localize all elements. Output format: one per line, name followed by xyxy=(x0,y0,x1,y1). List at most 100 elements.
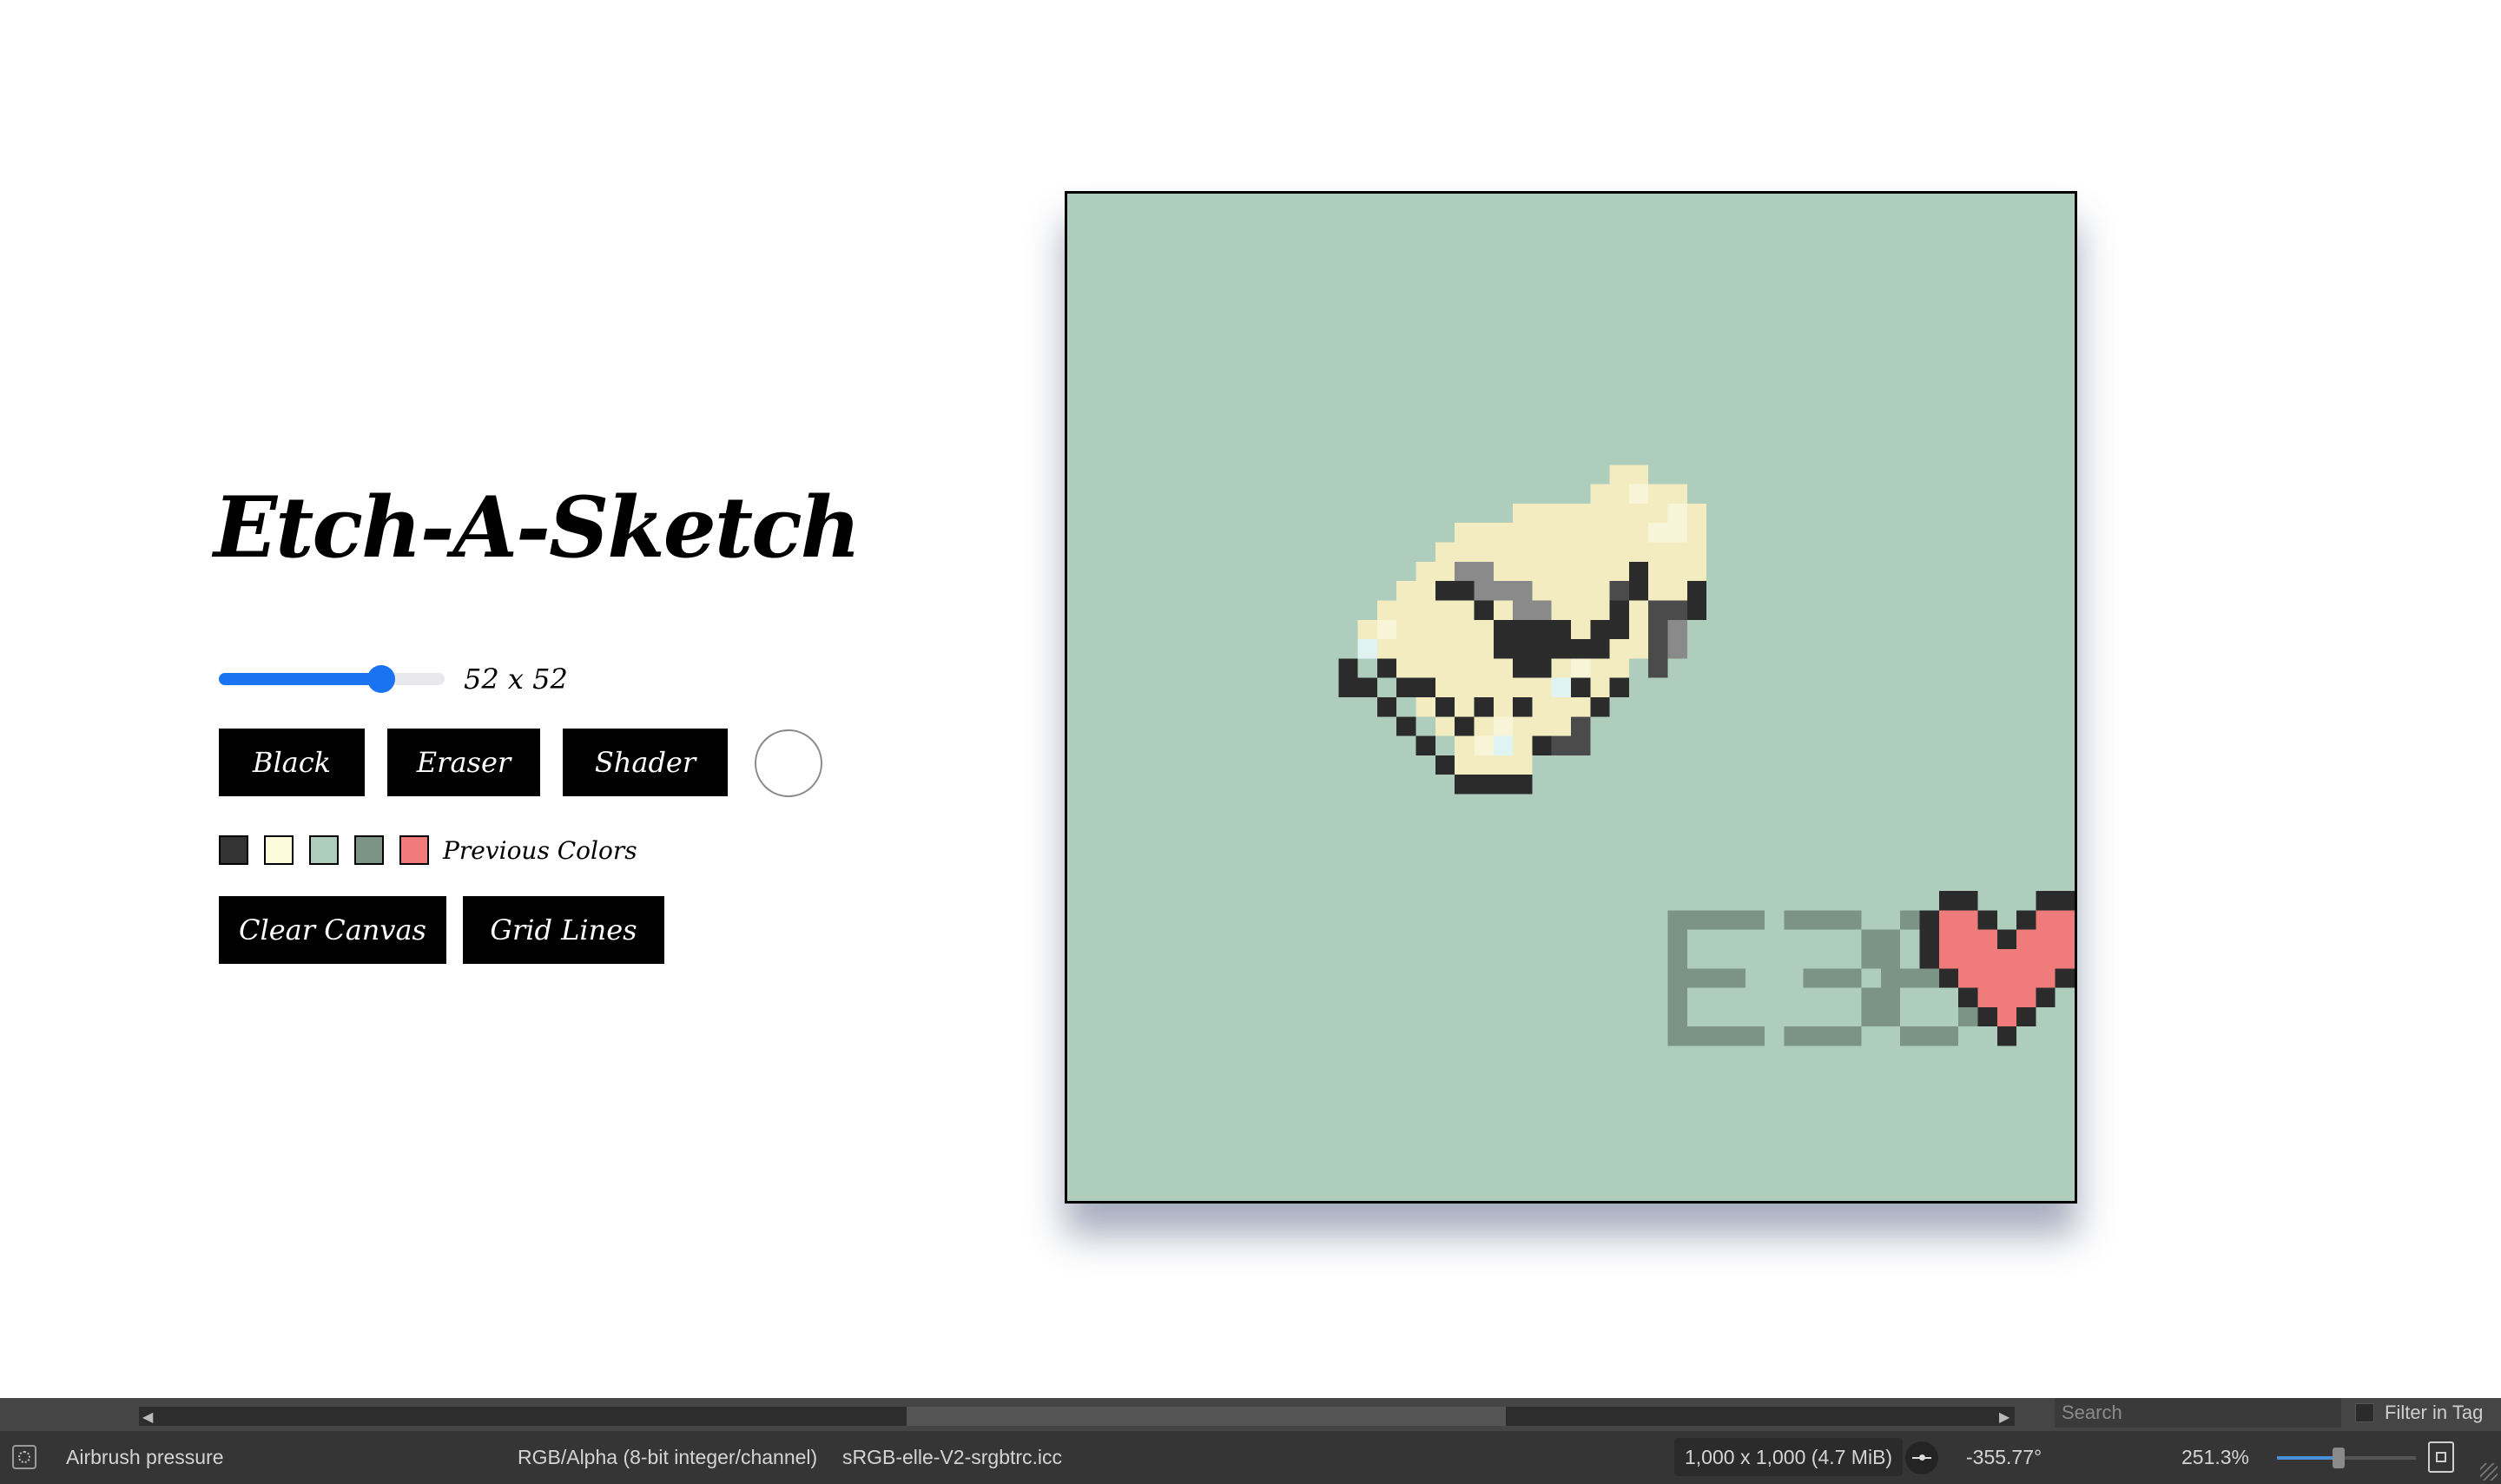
horizontal-scrollbar[interactable] xyxy=(139,1407,2015,1426)
heart-pixel xyxy=(2055,910,2075,930)
outline-pixel xyxy=(1474,600,1494,620)
letter-pixel xyxy=(1726,968,1745,988)
outline-pixel xyxy=(1357,677,1377,697)
outline-pixel xyxy=(1609,600,1629,620)
highlight-pixel xyxy=(1357,639,1377,659)
image-dimensions[interactable]: 1,000 x 1,000 (4.7 MiB) xyxy=(1674,1438,1904,1476)
heart-pixel xyxy=(1958,949,1978,969)
sketch-canvas[interactable] xyxy=(1065,191,2077,1204)
heart-outline-pixel xyxy=(2036,891,2056,911)
letter-pixel xyxy=(1686,968,1707,988)
letter-pixel xyxy=(1667,1006,1687,1027)
outline-pixel xyxy=(1513,658,1552,678)
shade-pixel xyxy=(1513,600,1552,620)
heart-pixel xyxy=(2036,968,2056,988)
heart-outline-pixel xyxy=(2036,987,2056,1007)
previous-color-swatch[interactable] xyxy=(219,835,248,865)
letter-pixel xyxy=(1880,1006,1901,1027)
letter-pixel xyxy=(1784,910,1804,930)
heart-pixel xyxy=(2036,929,2056,949)
letter-pixel xyxy=(1919,968,1939,988)
scroll-left-icon[interactable]: ◀ xyxy=(142,1408,153,1425)
shader-button[interactable]: Shader xyxy=(563,729,728,796)
previous-color-swatch[interactable] xyxy=(399,835,429,865)
heart-outline-pixel xyxy=(2016,910,2036,930)
heart-outline-pixel xyxy=(2055,891,2075,911)
letter-pixel xyxy=(1861,1006,1881,1027)
grid-size-label: 52 x 52 xyxy=(464,663,568,696)
grid-size-slider[interactable] xyxy=(219,665,445,693)
highlight-pixel xyxy=(1628,484,1649,504)
skull-pixel xyxy=(1376,658,1629,678)
clear-canvas-button[interactable]: Clear Canvas xyxy=(219,896,446,964)
heart-pixel xyxy=(1996,987,2017,1007)
shade-pixel xyxy=(1648,619,1668,678)
letter-pixel xyxy=(1784,1026,1804,1046)
scrollbar-thumb[interactable] xyxy=(907,1407,1506,1426)
resize-grip-icon[interactable] xyxy=(2480,1463,2498,1481)
heart-pixel xyxy=(1938,929,1959,949)
outline-pixel xyxy=(1415,677,1435,697)
previous-color-swatch[interactable] xyxy=(264,835,294,865)
letter-pixel xyxy=(1842,910,1862,930)
heart-pixel xyxy=(2016,987,2036,1007)
heart-pixel xyxy=(2036,949,2056,969)
black-button[interactable]: Black xyxy=(219,729,365,796)
outline-pixel xyxy=(1435,697,1455,717)
letter-pixel xyxy=(1803,1026,1823,1046)
heart-pixel xyxy=(1977,987,1997,1007)
filter-checkbox[interactable] xyxy=(2355,1403,2374,1422)
brush-preset-icon[interactable] xyxy=(12,1445,36,1469)
outline-pixel xyxy=(1376,658,1397,678)
letter-pixel xyxy=(1823,910,1843,930)
rotation-value: -355.77° xyxy=(1966,1446,2042,1468)
outline-pixel xyxy=(1571,677,1591,697)
heart-pixel xyxy=(2016,949,2036,969)
scroll-right-icon[interactable]: ▶ xyxy=(1999,1408,2009,1425)
rotation-icon[interactable] xyxy=(1905,1441,1938,1474)
outline-pixel xyxy=(1609,677,1629,697)
skull-pixel xyxy=(1609,465,1649,485)
letter-pixel xyxy=(1880,968,1901,988)
letter-pixel xyxy=(1803,968,1823,988)
outline-pixel xyxy=(1455,716,1475,736)
highlight-pixel xyxy=(1571,658,1591,678)
letter-pixel xyxy=(1842,968,1862,988)
outline-pixel xyxy=(1493,619,1571,640)
search-input[interactable]: Search xyxy=(2055,1398,2341,1428)
highlight-pixel xyxy=(1493,735,1514,755)
outline-pixel xyxy=(1435,581,1475,601)
letter-pixel xyxy=(1803,910,1823,930)
heart-pixel xyxy=(1996,1006,2017,1027)
letter-pixel xyxy=(1861,949,1881,969)
grid-lines-button[interactable]: Grid Lines xyxy=(463,896,664,964)
zoom-thumb[interactable] xyxy=(2333,1448,2345,1468)
letter-pixel xyxy=(1880,987,1901,1007)
eraser-button[interactable]: Eraser xyxy=(387,729,540,796)
letter-pixel xyxy=(1667,968,1687,988)
grid-size-control: 52 x 52 xyxy=(219,662,568,696)
previous-color-swatch[interactable] xyxy=(354,835,384,865)
outline-pixel xyxy=(1590,619,1629,640)
previous-colors-label: Previous Colors xyxy=(443,836,637,865)
letter-pixel xyxy=(1667,1026,1687,1046)
letter-pixel xyxy=(1823,1026,1843,1046)
color-picker[interactable] xyxy=(755,729,822,797)
outline-pixel xyxy=(1628,561,1649,601)
zoom-slider[interactable] xyxy=(2277,1448,2416,1468)
slider-thumb[interactable] xyxy=(367,665,396,693)
heart-outline-pixel xyxy=(1919,949,1939,969)
letter-pixel xyxy=(1726,910,1745,930)
letter-pixel xyxy=(1938,1026,1959,1046)
previous-color-swatch[interactable] xyxy=(309,835,339,865)
outline-pixel xyxy=(1590,697,1610,717)
heart-pixel xyxy=(1977,949,1997,969)
fit-to-view-icon[interactable] xyxy=(2428,1441,2454,1473)
outline-pixel xyxy=(1396,716,1416,736)
shade-pixel xyxy=(1474,581,1533,601)
heart-outline-pixel xyxy=(2016,1006,2036,1027)
letter-pixel xyxy=(1706,1026,1726,1046)
color-profile: sRGB-elle-V2-srgbtrc.icc xyxy=(842,1446,1063,1468)
skull-pixel xyxy=(1435,542,1707,562)
outline-pixel xyxy=(1455,775,1533,795)
